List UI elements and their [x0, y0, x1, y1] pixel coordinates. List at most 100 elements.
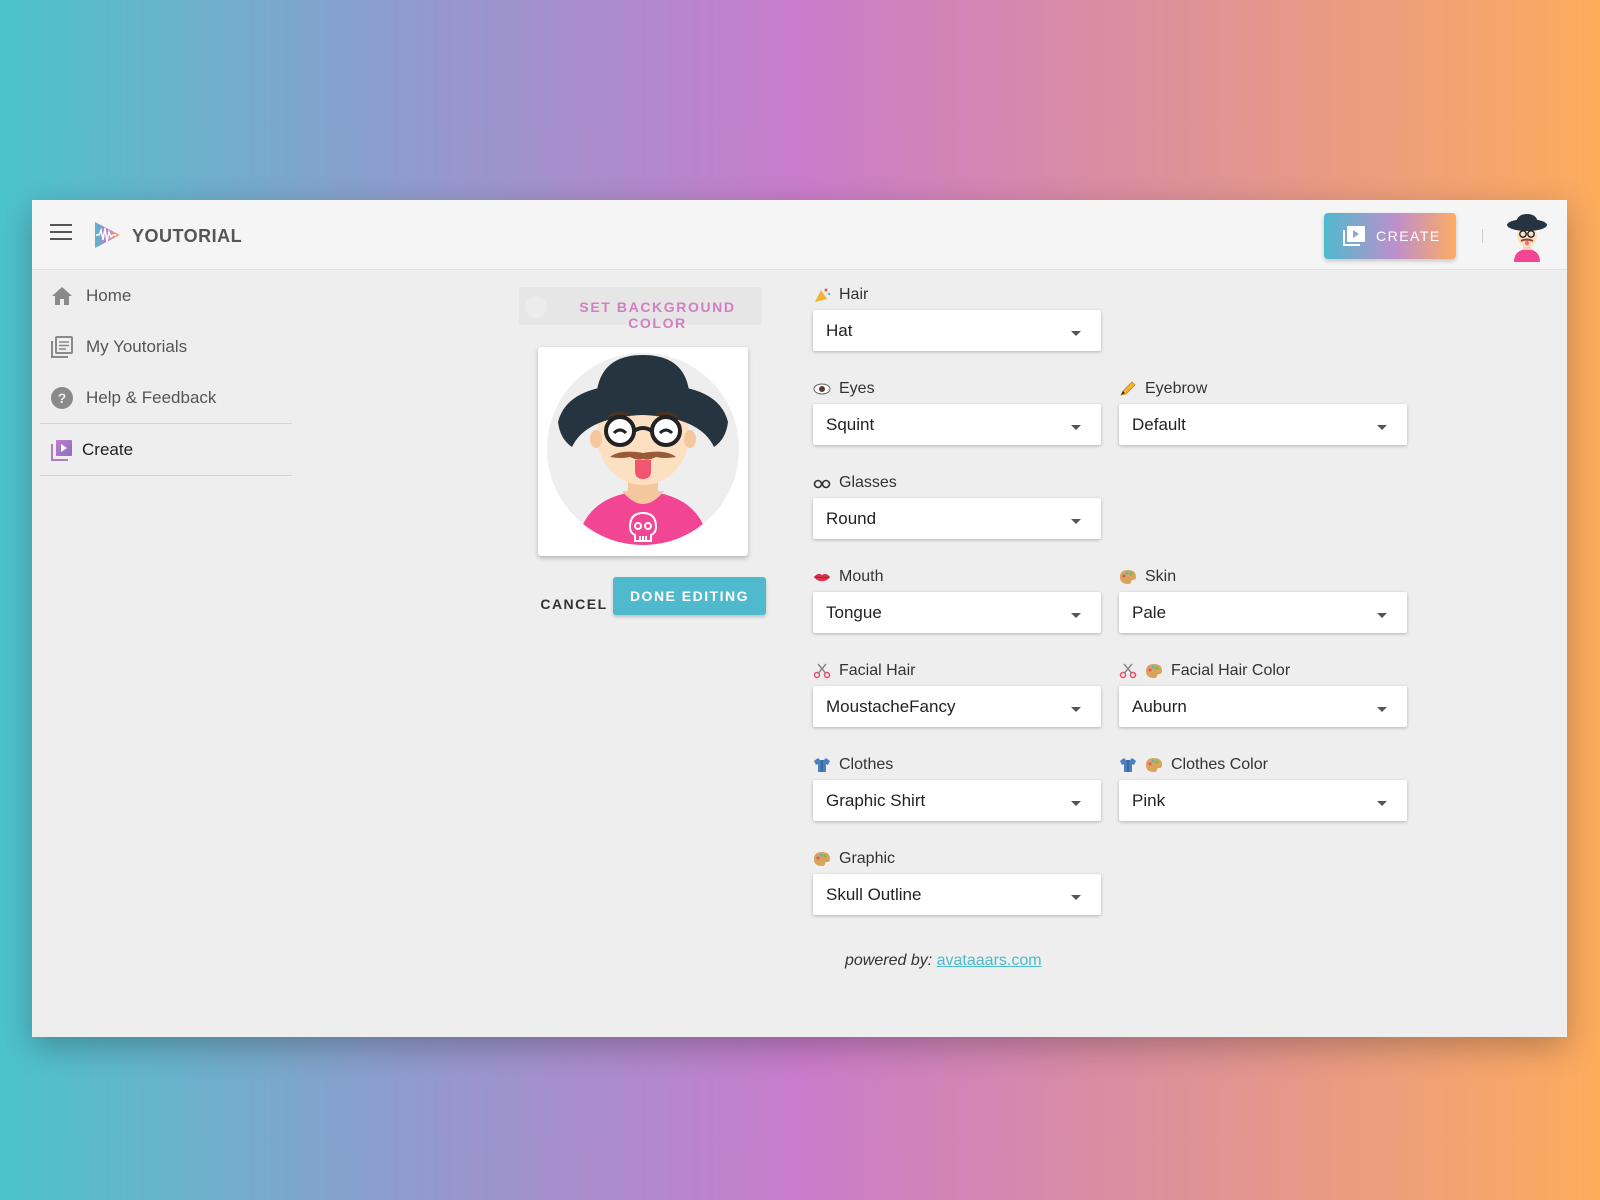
mouth-label: Mouth: [813, 568, 883, 586]
facial-hair-value: MoustacheFancy: [826, 697, 956, 716]
chevron-down-icon: [1377, 801, 1387, 806]
hair-label: Hair: [813, 286, 868, 304]
field-label-text: Hair: [839, 286, 869, 303]
facial-hair-color-label: Facial Hair Color: [1119, 662, 1290, 680]
toolbar-divider: [1482, 229, 1483, 243]
clothes-select[interactable]: Graphic Shirt: [813, 780, 1101, 821]
mouth-value: Tongue: [826, 603, 882, 622]
palette-icon: [1120, 570, 1136, 584]
eyebrow-value: Default: [1132, 415, 1186, 434]
menu-icon[interactable]: [50, 224, 72, 244]
color-swatch: [525, 296, 547, 318]
app-window: YOUTORIAL CREATE Home My Youtorials ? He…: [32, 200, 1567, 1037]
scissors-icon: [1119, 663, 1137, 679]
field-label-text: Mouth: [839, 568, 884, 585]
video-library-icon: [51, 440, 72, 461]
clothes-label: Clothes: [813, 756, 893, 774]
create-button-label: CREATE: [1376, 228, 1441, 244]
sidebar-item-home[interactable]: Home: [40, 270, 292, 321]
set-background-color-label: SET BACKGROUND COLOR: [579, 299, 736, 331]
help-icon: ?: [51, 387, 73, 409]
skin-label: Skin: [1119, 568, 1176, 586]
shirt-icon: [1120, 758, 1136, 772]
video-library-icon: [1343, 226, 1365, 246]
chevron-down-icon: [1071, 613, 1081, 618]
svg-text:?: ?: [58, 390, 67, 406]
field-label-text: Eyebrow: [1145, 380, 1208, 397]
hair-select[interactable]: Hat: [813, 310, 1101, 351]
chevron-down-icon: [1377, 707, 1387, 712]
glasses-icon: [813, 479, 831, 489]
sidebar-item-label: Create: [82, 440, 134, 459]
chevron-down-icon: [1071, 425, 1081, 430]
youtorial-logo-icon: [95, 222, 120, 248]
avatar-preview-card: [538, 347, 748, 556]
powered-by-prefix: powered by:: [845, 952, 933, 969]
palette-icon: [1146, 664, 1162, 678]
chevron-down-icon: [1377, 613, 1387, 618]
clothes-color-select[interactable]: Pink: [1119, 780, 1407, 821]
sidebar-item-my-youtorials[interactable]: My Youtorials: [40, 321, 292, 372]
brand-name[interactable]: YOUTORIAL: [132, 226, 242, 247]
scissors-icon: [813, 663, 831, 679]
skin-select[interactable]: Pale: [1119, 592, 1407, 633]
clothes-value: Graphic Shirt: [826, 791, 926, 810]
sidebar-item-label: My Youtorials: [86, 337, 188, 356]
eyebrow-label: Eyebrow: [1119, 380, 1207, 398]
cancel-button[interactable]: CANCEL: [526, 586, 622, 622]
done-editing-button[interactable]: DONE EDITING: [613, 577, 766, 615]
hair-value: Hat: [826, 321, 853, 340]
field-label-text: Eyes: [839, 380, 875, 397]
facial-hair-label: Facial Hair: [813, 662, 915, 680]
skin-value: Pale: [1132, 603, 1167, 622]
field-label-text: Graphic: [839, 850, 896, 867]
chevron-down-icon: [1071, 331, 1081, 336]
field-label-text: Skin: [1145, 568, 1177, 585]
sidebar: Home My Youtorials ? Help & Feedback Cre…: [32, 270, 292, 476]
mouth-select[interactable]: Tongue: [813, 592, 1101, 633]
pencil-icon: [1120, 381, 1136, 396]
eyebrow-select[interactable]: Default: [1119, 404, 1407, 445]
field-label-text: Facial Hair: [839, 662, 916, 679]
chevron-down-icon: [1071, 519, 1081, 524]
avataaars-link[interactable]: avataaars.com: [937, 952, 1042, 969]
field-label-text: Clothes Color: [1171, 756, 1268, 773]
sidebar-item-create[interactable]: Create: [40, 424, 292, 475]
glasses-label: Glasses: [813, 474, 897, 492]
field-label-text: Clothes: [839, 756, 894, 773]
clothes-color-value: Pink: [1132, 791, 1166, 810]
field-label-text: Facial Hair Color: [1171, 662, 1291, 679]
graphic-label: Graphic: [813, 850, 895, 868]
palette-icon: [814, 852, 830, 866]
set-background-color-button[interactable]: SET BACKGROUND COLOR: [519, 287, 762, 331]
eyes-value: Squint: [826, 415, 875, 434]
avatar-preview: [547, 353, 739, 545]
powered-by: powered by: avataaars.com: [845, 952, 1042, 970]
chevron-down-icon: [1377, 425, 1387, 430]
eye-icon: [813, 383, 831, 395]
shirt-icon: [814, 758, 830, 772]
sidebar-item-label: Help & Feedback: [86, 388, 217, 407]
library-icon: [51, 336, 73, 358]
glasses-select[interactable]: Round: [813, 498, 1101, 539]
user-avatar[interactable]: [1504, 212, 1550, 262]
chevron-down-icon: [1071, 707, 1081, 712]
home-icon: [52, 287, 72, 305]
create-button[interactable]: CREATE: [1324, 213, 1456, 259]
eyes-select[interactable]: Squint: [813, 404, 1101, 445]
sidebar-item-label: Home: [86, 286, 132, 305]
graphic-select[interactable]: Skull Outline: [813, 874, 1101, 915]
palette-icon: [1146, 758, 1162, 772]
app-bar: YOUTORIAL CREATE: [32, 200, 1567, 270]
lips-icon: [813, 573, 831, 582]
facial-hair-color-select[interactable]: Auburn: [1119, 686, 1407, 727]
sidebar-item-help-feedback[interactable]: ? Help & Feedback: [40, 372, 292, 423]
field-label-text: Glasses: [839, 474, 897, 491]
chevron-down-icon: [1071, 801, 1081, 806]
clothes-color-label: Clothes Color: [1119, 756, 1268, 774]
sidebar-divider: [40, 475, 292, 476]
facial-hair-color-value: Auburn: [1132, 697, 1187, 716]
eyes-label: Eyes: [813, 380, 875, 398]
facial-hair-select[interactable]: MoustacheFancy: [813, 686, 1101, 727]
chevron-down-icon: [1071, 895, 1081, 900]
